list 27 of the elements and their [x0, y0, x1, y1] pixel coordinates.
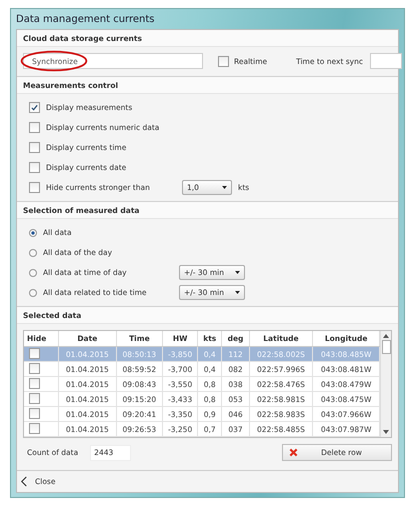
realtime-checkbox[interactable] [218, 56, 229, 66]
checkbox[interactable] [29, 182, 40, 193]
radio-button[interactable] [29, 228, 37, 236]
checkbox[interactable] [29, 142, 40, 153]
radio-button[interactable] [29, 248, 37, 256]
next-sync-field[interactable] [370, 53, 402, 69]
hide-checkbox[interactable] [29, 378, 40, 388]
radio-button[interactable] [29, 288, 37, 296]
hide-checkbox[interactable] [29, 362, 40, 374]
checkbox[interactable] [29, 162, 40, 173]
scroll-thumb[interactable] [382, 340, 390, 354]
caret-icon [222, 186, 227, 189]
radio-button[interactable] [29, 268, 37, 276]
caret-icon [235, 271, 240, 274]
checkbox[interactable] [29, 122, 40, 133]
back-icon [21, 476, 27, 487]
scroll-down-icon[interactable] [383, 430, 389, 434]
hide-checkbox[interactable] [29, 392, 40, 404]
hide-checkbox[interactable] [29, 422, 40, 434]
scroll-up-icon[interactable] [383, 334, 389, 338]
delete-icon [289, 448, 298, 457]
hide-checkbox[interactable] [29, 408, 40, 418]
scrollbar[interactable] [380, 331, 391, 437]
hide-checkbox[interactable] [29, 348, 40, 358]
caret-icon [235, 291, 240, 294]
checkbox[interactable] [29, 102, 40, 113]
window-title: Data management currents [16, 14, 155, 24]
